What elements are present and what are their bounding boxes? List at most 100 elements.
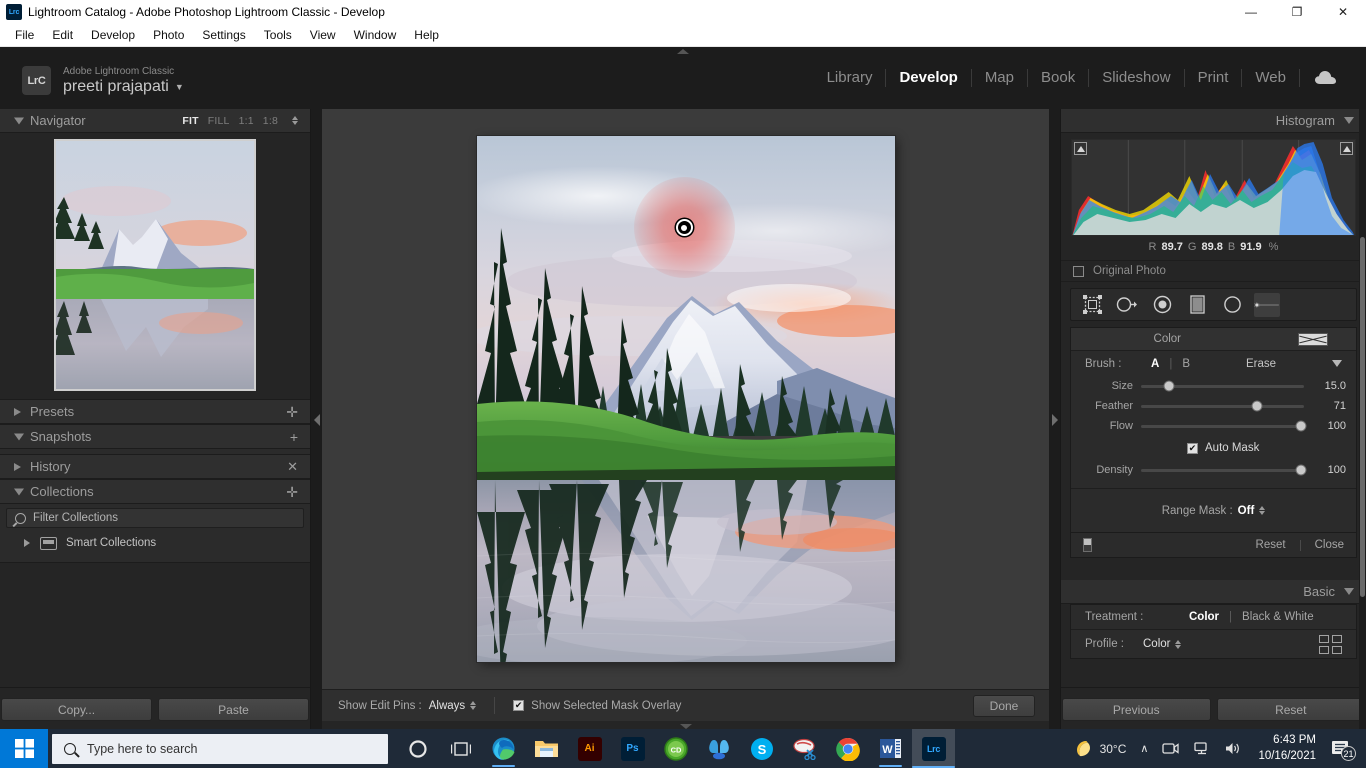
cloud-sync-icon[interactable] <box>1300 70 1348 86</box>
brush-density-knob[interactable] <box>1295 465 1306 476</box>
cd-burner-icon[interactable]: CD <box>654 729 697 768</box>
add-snapshot-icon[interactable]: + <box>290 430 298 444</box>
copy-button[interactable]: Copy... <box>1 698 152 721</box>
history-header[interactable]: History ✕ <box>0 455 310 479</box>
disclosure-triangle-icon[interactable] <box>14 463 21 471</box>
disclosure-triangle-icon[interactable] <box>24 539 30 547</box>
network-icon[interactable] <box>1186 729 1217 768</box>
disclosure-triangle-icon[interactable] <box>14 408 21 416</box>
file-explorer-icon[interactable] <box>525 729 568 768</box>
brush-erase-button[interactable]: Erase <box>1246 358 1276 370</box>
photo-preview[interactable] <box>477 136 895 662</box>
treatment-color-button[interactable]: Color <box>1189 611 1219 623</box>
disclosure-triangle-icon[interactable] <box>1344 588 1354 595</box>
module-library[interactable]: Library <box>814 69 887 87</box>
close-button[interactable]: ✕ <box>1320 0 1366 24</box>
clock[interactable]: 6:43 PM 10/16/2021 <box>1248 729 1326 768</box>
module-web[interactable]: Web <box>1242 69 1300 87</box>
minimize-button[interactable]: — <box>1228 0 1274 24</box>
add-preset-icon[interactable]: ✛ <box>286 405 298 419</box>
disclosure-triangle-icon[interactable] <box>14 117 24 124</box>
weather-widget[interactable]: 30°C <box>1067 729 1134 768</box>
notification-center-button[interactable]: 21 <box>1326 729 1360 768</box>
profile-stepper[interactable] <box>1175 640 1181 649</box>
menu-window[interactable]: Window <box>345 25 406 45</box>
brush-feather-knob[interactable] <box>1251 401 1262 412</box>
original-photo-checkbox[interactable] <box>1073 266 1084 277</box>
collections-header[interactable]: Collections ✛ <box>0 480 310 504</box>
brush-reset-button[interactable]: Reset <box>1256 539 1286 551</box>
disclosure-triangle-icon[interactable] <box>1344 117 1354 124</box>
show-hidden-icons-button[interactable]: ∧ <box>1133 729 1155 768</box>
module-develop[interactable]: Develop <box>886 69 971 87</box>
red-eye-correction-icon[interactable] <box>1149 293 1175 317</box>
zoom-1-1-button[interactable]: 1:1 <box>239 115 254 127</box>
left-panel-collapse-handle[interactable] <box>311 109 322 731</box>
edit-pin[interactable] <box>676 219 693 236</box>
cortana-icon[interactable] <box>396 729 439 768</box>
zoom-fill-button[interactable]: FILL <box>208 115 230 127</box>
brush-a-button[interactable]: A <box>1151 358 1159 370</box>
reset-button[interactable]: Reset <box>1217 698 1366 721</box>
chevron-down-icon[interactable] <box>1332 360 1342 367</box>
zoom-fit-button[interactable]: FIT <box>182 115 198 127</box>
right-panel-collapse-handle[interactable] <box>1049 109 1060 731</box>
highlight-clipping-indicator[interactable] <box>1340 142 1353 155</box>
menu-settings[interactable]: Settings <box>193 25 254 45</box>
graduated-filter-icon[interactable] <box>1184 293 1210 317</box>
navigator-preview-image[interactable] <box>54 139 256 391</box>
basic-header[interactable]: Basic <box>1061 580 1366 604</box>
previous-button[interactable]: Previous <box>1062 698 1211 721</box>
histogram-graph[interactable] <box>1071 139 1356 236</box>
clear-history-icon[interactable]: ✕ <box>287 460 298 473</box>
menu-develop[interactable]: Develop <box>82 25 144 45</box>
navigator-header[interactable]: Navigator FIT FILL 1:1 1:8 <box>0 109 310 133</box>
radial-filter-icon[interactable] <box>1219 293 1245 317</box>
range-mask-stepper[interactable] <box>1259 506 1265 515</box>
menu-view[interactable]: View <box>301 25 345 45</box>
brush-color-swatch[interactable] <box>1298 333 1328 346</box>
mask-overlay-checkbox[interactable] <box>513 700 524 711</box>
presets-header[interactable]: Presets ✛ <box>0 400 310 424</box>
task-view-icon[interactable] <box>439 729 482 768</box>
brush-size-slider[interactable] <box>1141 385 1304 388</box>
treatment-bw-button[interactable]: Black & White <box>1242 611 1314 623</box>
list-item-smart-collections[interactable]: Smart Collections <box>6 532 304 554</box>
google-chrome-icon[interactable] <box>826 729 869 768</box>
paste-button[interactable]: Paste <box>158 698 309 721</box>
start-button[interactable] <box>0 729 48 768</box>
microsoft-word-icon[interactable]: W <box>869 729 912 768</box>
search-input[interactable]: Type here to search <box>52 734 388 764</box>
brush-size-knob[interactable] <box>1163 381 1174 392</box>
module-slideshow[interactable]: Slideshow <box>1089 69 1184 87</box>
done-button[interactable]: Done <box>973 695 1035 717</box>
menu-file[interactable]: File <box>6 25 43 45</box>
profile-browser-icon[interactable] <box>1319 635 1342 654</box>
menu-photo[interactable]: Photo <box>144 25 193 45</box>
brush-density-slider[interactable] <box>1141 469 1304 472</box>
chevron-down-icon[interactable]: ▼ <box>175 82 184 92</box>
microsoft-edge-icon[interactable] <box>482 729 525 768</box>
identity-plate[interactable]: LrC Adobe Lightroom Classic preeti praja… <box>22 66 184 96</box>
brush-feather-slider[interactable] <box>1141 405 1304 408</box>
show-edit-pins-stepper[interactable] <box>470 701 476 710</box>
adobe-photoshop-icon[interactable]: Ps <box>611 729 654 768</box>
crop-overlay-icon[interactable] <box>1079 293 1105 317</box>
brush-close-button[interactable]: Close <box>1315 539 1344 551</box>
maximize-button[interactable]: ❐ <box>1274 0 1320 24</box>
zoom-1-8-button[interactable]: 1:8 <box>263 115 278 127</box>
menu-edit[interactable]: Edit <box>43 25 82 45</box>
menu-tools[interactable]: Tools <box>255 25 301 45</box>
brush-flow-slider[interactable] <box>1141 425 1304 428</box>
panel-switch-icon[interactable] <box>1083 538 1092 552</box>
adjustment-brush-icon[interactable] <box>1254 293 1280 317</box>
menu-help[interactable]: Help <box>405 25 448 45</box>
snipping-tool-icon[interactable] <box>783 729 826 768</box>
volume-icon[interactable] <box>1217 729 1248 768</box>
shadow-clipping-indicator[interactable] <box>1074 142 1087 155</box>
right-panel-scrollbar[interactable] <box>1359 109 1366 731</box>
snapshots-header[interactable]: Snapshots + <box>0 425 310 449</box>
brush-flow-knob[interactable] <box>1295 421 1306 432</box>
filter-collections-input[interactable]: Filter Collections <box>6 508 304 528</box>
original-photo-row[interactable]: Original Photo <box>1061 260 1366 282</box>
